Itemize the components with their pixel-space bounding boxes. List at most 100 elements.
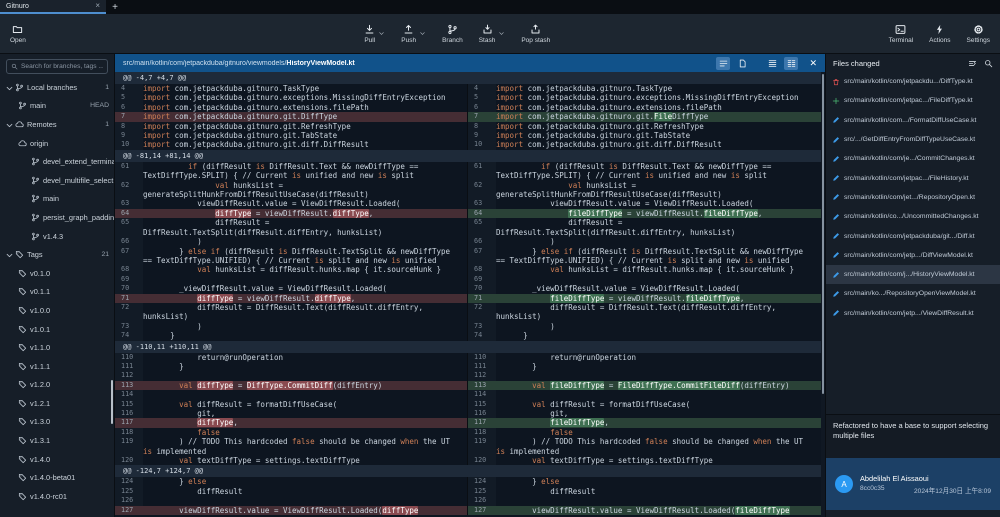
sidebar-item-tags[interactable]: Tags21 xyxy=(0,245,114,264)
sidebar-item-v1-3-1[interactable]: v1.3.1 xyxy=(0,431,114,450)
sidebar-item-v1-4-3[interactable]: v1.4.3 xyxy=(0,227,114,246)
file-item[interactable]: src/main/kotlin/com/jetpac.../FileDiffTy… xyxy=(826,91,1000,110)
code-line xyxy=(496,390,821,399)
file-item[interactable]: src/main/kotlin/co.../UncommittedChanges… xyxy=(826,207,1000,226)
sidebar-item-local-branches[interactable]: Local branches1 xyxy=(0,78,114,97)
push-dropdown-chevron[interactable] xyxy=(419,30,426,37)
file-item[interactable]: src/main/kotlin/com/jetpac.../FileHistor… xyxy=(826,168,1000,187)
pencil-icon xyxy=(832,116,840,124)
terminal-button[interactable]: Terminal xyxy=(889,24,914,44)
file-item[interactable]: src/main/ko.../RepositoryOpenViewModel.k… xyxy=(826,284,1000,303)
close-diff-icon[interactable]: ✕ xyxy=(809,59,817,68)
actions-button[interactable]: Actions xyxy=(929,24,950,44)
line-number: 73 xyxy=(115,322,143,331)
diff-line-74: 74 }74 } xyxy=(115,331,821,340)
sidebar-scrollbar[interactable] xyxy=(111,380,113,424)
file-item[interactable]: src/main/kotlin/com/je.../CommitChanges.… xyxy=(826,149,1000,168)
sidebar-item-devel-multifile-select[interactable]: devel_multifile_select xyxy=(0,171,114,190)
file-item[interactable]: src/main/kotlin/com/jet.../RepositoryOpe… xyxy=(826,188,1000,207)
diff-line-72: 72 diffResult = DiffResult.Text(diffResu… xyxy=(115,303,821,322)
code-line: fileDiffType = viewDiffResult.fileDiffTy… xyxy=(496,209,821,218)
sidebar-item-main[interactable]: main xyxy=(0,190,114,209)
diff-line-119: 119 ) // TODO This hardcoded false shoul… xyxy=(115,437,821,456)
pencil-icon xyxy=(832,136,840,144)
diff-body: @@ -4,7 +4,7 @@4import com.jetpackduba.g… xyxy=(115,72,825,517)
tab-close-icon[interactable]: × xyxy=(95,2,100,10)
sidebar-item-v1-0-0[interactable]: v1.0.0 xyxy=(0,301,114,320)
diff-scrollbar-thumb[interactable] xyxy=(822,74,824,394)
sidebar-item-v1-4-0[interactable]: v1.4.0 xyxy=(0,450,114,469)
file-name: HistoryViewModel.kt xyxy=(286,60,354,67)
hunk-header: @@ -124,7 +124,7 @@ xyxy=(115,465,821,477)
sidebar-item-v1-1-0[interactable]: v1.1.0 xyxy=(0,338,114,357)
sidebar-item-main[interactable]: mainHEAD xyxy=(0,97,114,116)
diff-scrollbar[interactable] xyxy=(821,72,825,517)
file-item[interactable]: src/main/kotlin/com/jetpackduba/git.../D… xyxy=(826,226,1000,245)
split-view-toggle[interactable] xyxy=(784,57,798,70)
pencil-icon xyxy=(832,232,840,240)
author-name: Abdelilah El Aissaoui xyxy=(860,474,991,483)
sidebar-item-label: v1.4.0-beta01 xyxy=(30,473,75,482)
sidebar-item-label: v1.0.1 xyxy=(30,325,50,334)
diff-format-icon xyxy=(968,59,977,68)
stash-button[interactable]: Stash xyxy=(479,24,496,44)
diff-line-7: 7import com.jetpackduba.gitnuro.git.Diff… xyxy=(115,112,821,121)
pull-dropdown-chevron[interactable] xyxy=(378,30,385,37)
tag-icon xyxy=(18,287,27,296)
file-item[interactable]: src/main/kotlin/com/j.../HistoryViewMode… xyxy=(826,265,1000,284)
sidebar-item-v1-0-1[interactable]: v1.0.1 xyxy=(0,320,114,339)
branch-button[interactable]: Branch xyxy=(442,24,463,44)
sidebar-item-v1-4-0-rc01[interactable]: v1.4.0-rc01 xyxy=(0,487,114,506)
app-window: Gitnuro × + Open Pull Push Branch Stash Pop … xyxy=(0,0,1000,517)
repository-tab[interactable]: Gitnuro × xyxy=(0,0,106,14)
settings-button[interactable]: Settings xyxy=(967,24,991,44)
file-item[interactable]: src/main/kotlin/com.../FormatDiffUseCase… xyxy=(826,111,1000,130)
file-item[interactable]: src/main/kotlin/com/jetp.../DiffViewMode… xyxy=(826,246,1000,265)
diff-format-button[interactable] xyxy=(968,59,977,68)
diff-header: src/main/kotlin/com/jetpackduba/gitnuro/… xyxy=(115,54,825,72)
file-item[interactable]: src/main/kotlin/com/jetp.../ViewDiffResu… xyxy=(826,304,1000,323)
line-number: 110 xyxy=(468,353,496,362)
new-tab-button[interactable]: + xyxy=(106,0,124,14)
sidebar-item-devel-extend-termina[interactable]: devel_extend_termina xyxy=(0,152,114,171)
sidebar-item-label: v1.4.0-rc01 xyxy=(30,492,67,501)
sidebar-item-label: Tags xyxy=(27,250,43,259)
code-line: diffResult = DiffResult.Text(diffResult.… xyxy=(143,303,467,322)
code-line: } xyxy=(143,362,467,371)
pull-button[interactable]: Pull xyxy=(364,24,375,44)
push-button[interactable]: Push xyxy=(401,24,416,44)
line-number: 66 xyxy=(115,237,143,246)
sidebar-item-v1-2-1[interactable]: v1.2.1 xyxy=(0,394,114,413)
commit-author-card[interactable]: A Abdelilah El Aissaoui 8cc0c35 2024年12月… xyxy=(826,458,1000,510)
file-path-label: src/main/kotlin/com/jetp.../DiffViewMode… xyxy=(844,252,973,259)
stash-dropdown-chevron[interactable] xyxy=(498,30,505,37)
code-line xyxy=(496,371,821,380)
file-item[interactable]: src/main/kotlin/com/jetpackdu.../DiffTyp… xyxy=(826,72,1000,91)
document-toggle[interactable] xyxy=(735,57,749,70)
sidebar-item-v1-3-0[interactable]: v1.3.0 xyxy=(0,413,114,432)
pop-stash-button[interactable]: Pop stash xyxy=(521,24,550,44)
file-item[interactable]: src/.../GetDiffEntryFromDiffTypeUseCase.… xyxy=(826,130,1000,149)
sidebar-item-v1-4-0-beta01[interactable]: v1.4.0-beta01 xyxy=(0,468,114,487)
code-line: } xyxy=(496,331,821,340)
sidebar-item-origin[interactable]: origin xyxy=(0,134,114,153)
pull-icon xyxy=(364,24,375,35)
line-number: 71 xyxy=(115,294,143,303)
sidebar-item-label: main xyxy=(30,101,46,110)
sidebar-item-v0-1-1[interactable]: v0.1.1 xyxy=(0,283,114,302)
sidebar-item-persist-graph-paddin[interactable]: persist_graph_paddin xyxy=(0,208,114,227)
line-number: 114 xyxy=(468,390,496,399)
search-icon xyxy=(11,63,18,70)
code-line: viewDiffResult.value = ViewDiffResult.Lo… xyxy=(143,506,467,515)
sidebar-item-v1-1-1[interactable]: v1.1.1 xyxy=(0,357,114,376)
unified-view-toggle[interactable] xyxy=(765,57,779,70)
hunks-lines-toggle[interactable] xyxy=(716,57,730,70)
search-button[interactable] xyxy=(984,59,993,68)
sidebar-item-v1-2-0[interactable]: v1.2.0 xyxy=(0,376,114,395)
search-input[interactable]: Search for branches, tags ... xyxy=(6,59,108,74)
open-button[interactable]: Open xyxy=(10,24,26,44)
unified-view-icon xyxy=(768,59,777,68)
code-line: diffType, xyxy=(143,418,467,427)
sidebar-item-v0-1-0[interactable]: v0.1.0 xyxy=(0,264,114,283)
sidebar-item-remotes[interactable]: Remotes1 xyxy=(0,115,114,134)
